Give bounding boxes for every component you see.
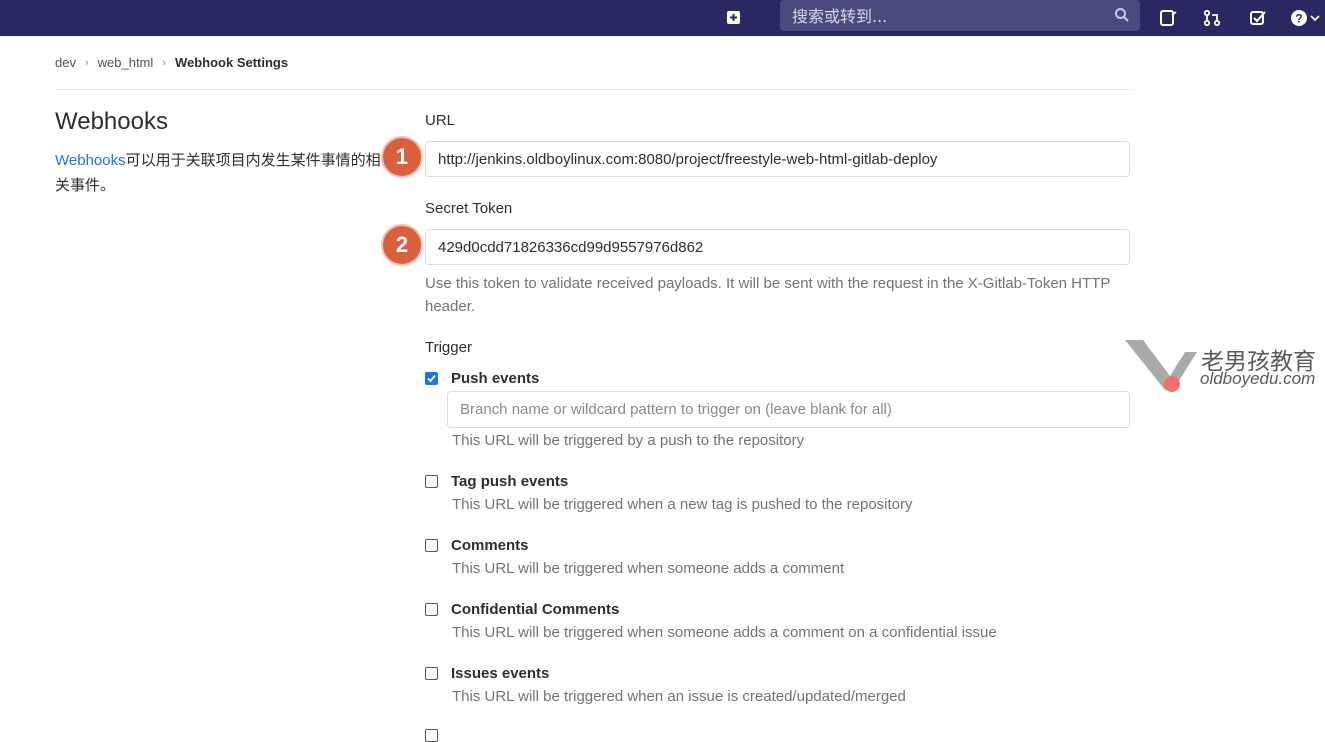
todo-check-icon: [1250, 11, 1266, 25]
help-dropdown[interactable]: ?: [1290, 8, 1322, 28]
step-badge-2: 2: [383, 226, 421, 264]
next-trigger-row-partial[interactable]: [425, 729, 451, 742]
webhooks-help-link[interactable]: Webhooks: [55, 152, 126, 169]
todos-link[interactable]: [1248, 8, 1268, 28]
divider: [55, 89, 1132, 90]
step-badge-1: 1: [383, 138, 421, 176]
secret-token-help: Use this token to validate received payl…: [425, 275, 1111, 315]
push-events-label: Push events: [451, 370, 540, 387]
search-icon[interactable]: [1114, 7, 1130, 23]
branch-filter-input[interactable]: [447, 391, 1130, 428]
comments-row[interactable]: Comments: [425, 537, 529, 554]
confidential-comments-checkbox[interactable]: [425, 603, 438, 616]
tag-push-events-checkbox[interactable]: [425, 475, 438, 488]
help-icon: ?: [1291, 10, 1320, 26]
plus-square-icon: [727, 11, 740, 24]
chevron-right-icon: ›: [162, 56, 166, 69]
push-events-row[interactable]: Push events: [425, 370, 539, 387]
check-icon: [427, 374, 436, 383]
breadcrumb: dev › web_html › Webhook Settings: [55, 55, 288, 70]
trigger-label: Trigger: [425, 339, 472, 356]
tag-push-events-label: Tag push events: [451, 473, 569, 490]
comments-checkbox[interactable]: [425, 539, 438, 552]
push-events-help: This URL will be triggered by a push to …: [452, 432, 805, 449]
page-description: Webhooks可以用于关联项目内发生某件事情的相关事件。: [55, 148, 385, 197]
issues-events-row[interactable]: Issues events: [425, 665, 549, 682]
search-box[interactable]: [780, 0, 1140, 31]
svg-text:?: ?: [1295, 12, 1302, 26]
push-events-checkbox[interactable]: [425, 372, 438, 385]
tag-push-events-row[interactable]: Tag push events: [425, 473, 568, 490]
issues-icon: [1160, 10, 1177, 26]
issues-events-checkbox[interactable]: [425, 667, 438, 680]
confidential-comments-label: Confidential Comments: [451, 601, 620, 618]
top-navbar: ?: [0, 0, 1325, 36]
url-input[interactable]: [425, 141, 1130, 177]
comments-label: Comments: [451, 537, 529, 554]
issues-events-help: This URL will be triggered when an issue…: [452, 688, 906, 705]
confidential-comments-help: This URL will be triggered when someone …: [452, 624, 997, 641]
issues-events-label: Issues events: [451, 665, 550, 682]
comments-help: This URL will be triggered when someone …: [452, 560, 845, 577]
tag-push-events-help: This URL will be triggered when a new ta…: [452, 496, 913, 513]
breadcrumb-web-html[interactable]: web_html: [98, 55, 154, 70]
breadcrumb-webhook-settings[interactable]: Webhook Settings: [175, 55, 288, 70]
merge-requests-link[interactable]: [1202, 8, 1222, 28]
secret-token-label: Secret Token: [425, 200, 513, 217]
watermark-en: oldboyedu.com: [1200, 369, 1316, 388]
issues-link[interactable]: [1158, 8, 1178, 28]
secret-token-input[interactable]: [425, 229, 1130, 265]
search-input[interactable]: [790, 4, 1094, 28]
chevron-right-icon: ›: [84, 56, 89, 69]
breadcrumb-dev[interactable]: dev: [55, 55, 76, 70]
next-trigger-checkbox[interactable]: [425, 729, 438, 742]
confidential-comments-row[interactable]: Confidential Comments: [425, 601, 619, 618]
merge-request-icon: [1203, 9, 1221, 27]
page-title: Webhooks: [55, 108, 168, 135]
new-item-dropdown[interactable]: [726, 8, 746, 28]
url-label: URL: [425, 112, 456, 129]
